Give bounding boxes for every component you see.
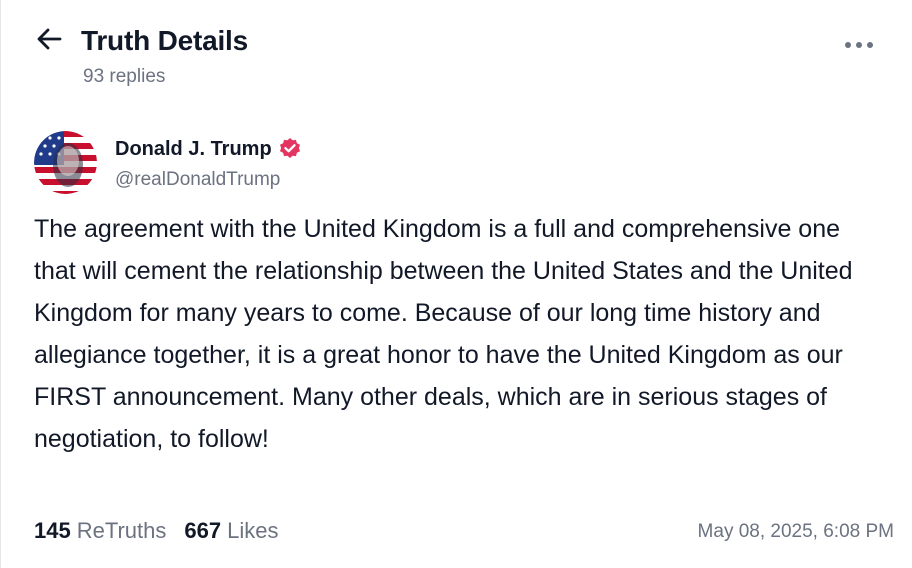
- post-stats: 145 ReTruths 667 Likes: [34, 518, 296, 544]
- more-horizontal-icon: [844, 36, 874, 54]
- page-title: Truth Details: [81, 25, 248, 56]
- retruths-label: ReTruths: [76, 518, 167, 543]
- retruths-stat[interactable]: 145 ReTruths: [34, 518, 166, 544]
- replies-count: 93 replies: [83, 66, 166, 87]
- retruths-count: 145: [34, 518, 71, 543]
- post-author: Donald J. Trump @realDonaldTrump: [34, 131, 302, 194]
- post-text: The agreement with the United Kingdom is…: [34, 215, 853, 453]
- author-name-row: Donald J. Trump: [115, 137, 302, 161]
- likes-label: Likes: [227, 518, 279, 543]
- avatar[interactable]: [34, 131, 97, 194]
- author-meta: Donald J. Trump @realDonaldTrump: [115, 131, 302, 191]
- author-handle[interactable]: @realDonaldTrump: [115, 169, 302, 191]
- author-name[interactable]: Donald J. Trump: [115, 138, 272, 161]
- likes-count: 667: [184, 518, 222, 543]
- back-button[interactable]: [35, 24, 69, 58]
- truth-details-page: Truth Details 93 replies Donald J. Trump…: [0, 0, 912, 568]
- page-header: Truth Details: [35, 24, 248, 58]
- arrow-left-icon: [35, 25, 63, 58]
- more-options-button[interactable]: [842, 34, 876, 56]
- post-timestamp: May 08, 2025, 6:08 PM: [697, 521, 894, 542]
- verified-badge-icon: [278, 137, 302, 161]
- likes-stat[interactable]: 667 Likes: [184, 518, 278, 544]
